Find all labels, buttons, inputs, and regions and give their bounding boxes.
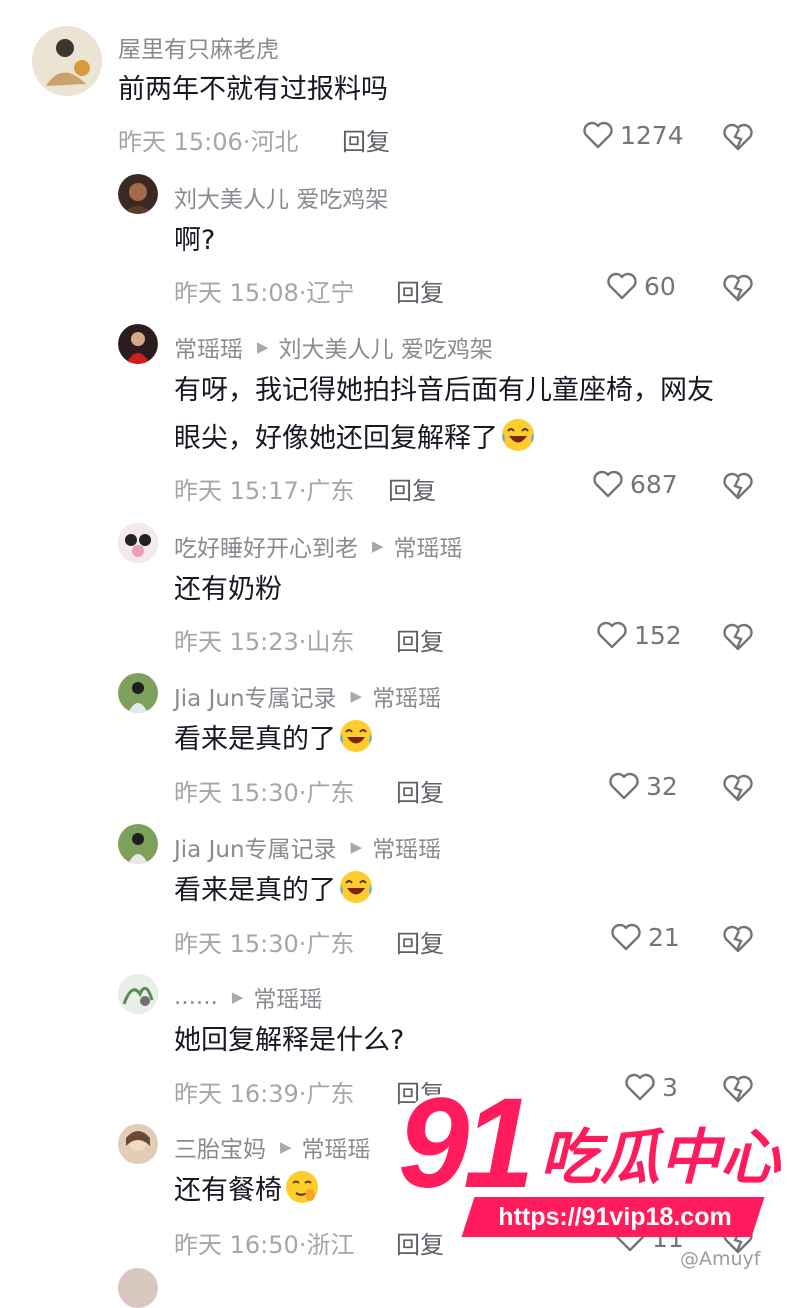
- username[interactable]: 吃好睡好开心到老 ▶ 常瑶瑶: [174, 529, 463, 563]
- comment-text: 有呀，我记得她拍抖音后面有儿童座椅，网友: [174, 375, 714, 406]
- comment-meta: 昨天 15:17·广东: [174, 477, 355, 505]
- heart-outline-icon: [597, 621, 627, 649]
- reply-to-user: 常瑶瑶: [301, 1137, 371, 1163]
- reply-button[interactable]: 回复: [396, 622, 444, 657]
- watermark-title: 吃瓜中心: [540, 1123, 780, 1193]
- username[interactable]: 屋里有只麻老虎: [118, 30, 279, 64]
- broken-heart-icon[interactable]: [722, 122, 754, 152]
- triangle-right-icon: ▶: [350, 687, 363, 705]
- username[interactable]: 三胎宝妈 ▶ 常瑶瑶: [174, 1130, 371, 1164]
- reply-button[interactable]: 回复: [396, 924, 444, 959]
- reply-button[interactable]: 回复: [388, 471, 436, 506]
- like-count: 21: [648, 922, 680, 952]
- comment-text: 眼尖，好像她还回复解释了: [174, 417, 536, 461]
- broken-heart-icon[interactable]: [722, 924, 754, 954]
- avatar[interactable]: [118, 324, 158, 364]
- like-button[interactable]: 152: [596, 620, 682, 650]
- avatar[interactable]: [118, 174, 158, 214]
- like-count: 687: [630, 469, 678, 499]
- comment-text: 前两年不就有过报料吗: [118, 74, 388, 105]
- triangle-right-icon: ▶: [280, 1138, 292, 1156]
- heart-outline-icon: [583, 121, 613, 149]
- like-button[interactable]: 21: [610, 922, 680, 952]
- username[interactable]: ...... ▶ 常瑶瑶: [174, 980, 322, 1014]
- comment-text: 还有餐椅: [174, 1169, 320, 1213]
- like-count: 152: [634, 620, 682, 650]
- broken-heart-icon[interactable]: [722, 471, 754, 501]
- heart-outline-icon: [625, 1073, 655, 1101]
- weibo-handle: @Amuyf: [680, 1248, 761, 1270]
- comment-meta: 昨天 15:30·广东: [174, 779, 355, 807]
- comment-meta: 昨天 16:39·广东: [174, 1080, 355, 1108]
- watermark-number: 91: [398, 1072, 534, 1215]
- comment-text: 看来是真的了: [174, 718, 374, 762]
- triangle-right-icon: ▶: [372, 537, 384, 555]
- heart-outline-icon: [611, 923, 641, 951]
- comment-meta: 昨天 15:23·山东: [174, 628, 355, 656]
- comment-text: 啊?: [174, 225, 216, 256]
- triangle-right-icon: ▶: [350, 838, 363, 856]
- reply-to-user: 常瑶瑶: [372, 686, 442, 712]
- heart-outline-icon: [609, 772, 639, 800]
- reply-button[interactable]: 回复: [396, 773, 444, 808]
- like-button[interactable]: 32: [608, 771, 678, 801]
- reply-button[interactable]: 回复: [342, 122, 390, 157]
- reply-to-user: 常瑶瑶: [372, 837, 442, 863]
- laugh-cry-emoji-icon: [340, 720, 372, 752]
- reply-button[interactable]: 回复: [396, 273, 444, 308]
- username[interactable]: 常瑶瑶 ▶ 刘大美人儿 爱吃鸡架: [174, 330, 493, 364]
- triangle-right-icon: ▶: [257, 338, 269, 356]
- avatar[interactable]: [118, 1124, 158, 1164]
- like-button[interactable]: 3: [624, 1072, 678, 1102]
- broken-heart-icon[interactable]: [722, 622, 754, 652]
- reply-button[interactable]: 回复: [396, 1225, 444, 1260]
- broken-heart-icon[interactable]: [722, 773, 754, 803]
- comment-meta: 昨天 15:06·河北: [118, 128, 299, 156]
- like-count: 3: [662, 1072, 678, 1102]
- watermark-url: https://91vip18.com: [498, 1203, 732, 1231]
- username[interactable]: Jia Jun专属记录 ▶ 常瑶瑶: [174, 830, 441, 864]
- broken-heart-icon[interactable]: [722, 1074, 754, 1104]
- like-count: 60: [644, 271, 676, 301]
- avatar[interactable]: [118, 974, 158, 1014]
- broken-heart-icon[interactable]: [722, 273, 754, 303]
- avatar[interactable]: [32, 26, 102, 96]
- username[interactable]: Jia Jun专属记录 ▶ 常瑶瑶: [174, 679, 441, 713]
- triangle-right-icon: ▶: [231, 988, 244, 1006]
- reply-to-user: 刘大美人儿 爱吃鸡架: [278, 337, 493, 363]
- avatar[interactable]: [118, 824, 158, 864]
- hush-emoji-icon: [286, 1171, 318, 1203]
- comment-meta: 昨天 16:50·浙江: [174, 1231, 355, 1259]
- laugh-cry-emoji-icon: [340, 871, 372, 903]
- heart-outline-icon: [607, 272, 637, 300]
- comment-meta: 昨天 15:30·广东: [174, 930, 355, 958]
- comment-text: 还有奶粉: [174, 574, 282, 605]
- username[interactable]: 刘大美人儿 爱吃鸡架: [174, 180, 388, 214]
- like-button[interactable]: 60: [606, 271, 676, 301]
- avatar[interactable]: [118, 523, 158, 563]
- reply-to-user: 常瑶瑶: [253, 987, 323, 1013]
- reply-to-user: 常瑶瑶: [393, 536, 463, 562]
- comment-text: 看来是真的了: [174, 869, 374, 913]
- laugh-cry-emoji-icon: [502, 419, 534, 451]
- like-count: 1274: [620, 120, 684, 150]
- avatar[interactable]: [118, 1268, 158, 1308]
- like-button[interactable]: 1274: [582, 120, 684, 150]
- comment-meta: 昨天 15:08·辽宁: [174, 279, 355, 307]
- heart-outline-icon: [593, 470, 623, 498]
- like-button[interactable]: 687: [592, 469, 678, 499]
- avatar[interactable]: [118, 673, 158, 713]
- comment-text: 她回复解释是什么?: [174, 1025, 405, 1056]
- like-count: 32: [646, 771, 678, 801]
